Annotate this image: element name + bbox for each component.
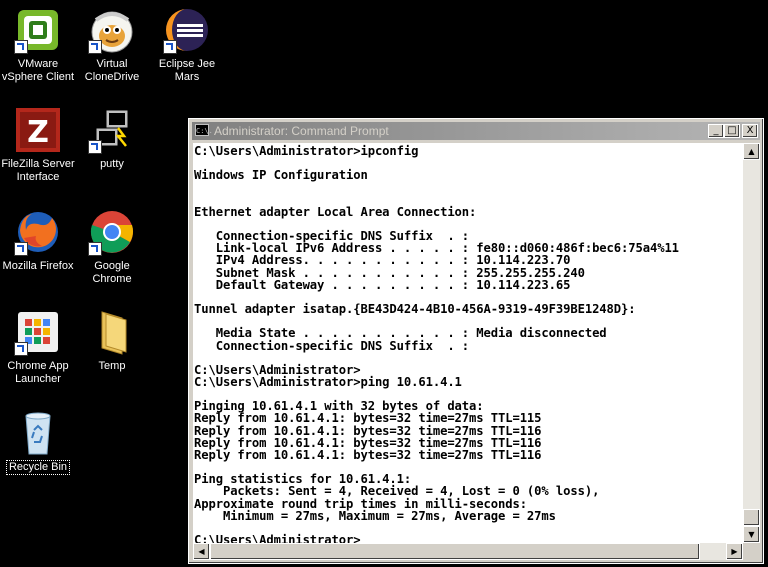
shortcut-arrow-icon bbox=[163, 40, 177, 54]
icon-label: Chrome bbox=[92, 273, 132, 285]
scroll-left-button[interactable]: ◀ bbox=[193, 543, 210, 560]
vmware-icon bbox=[14, 6, 62, 54]
desktop-icon-putty[interactable]: putty bbox=[74, 106, 150, 171]
folder-icon bbox=[88, 308, 136, 356]
icon-label: Launcher bbox=[15, 373, 61, 385]
console-text: C:\Users\Administrator>ipconfig Windows … bbox=[194, 144, 679, 543]
scroll-up-button[interactable]: ▲ bbox=[743, 143, 760, 160]
command-prompt-icon: C:\. bbox=[195, 124, 213, 136]
maximize-button[interactable]: □ bbox=[724, 124, 740, 138]
desktop-icon-firefox[interactable]: Mozilla Firefox bbox=[0, 208, 76, 273]
window-titlebar[interactable]: C:\. Administrator: Command Prompt _ □ X bbox=[192, 122, 760, 140]
command-prompt-window[interactable]: C:\. Administrator: Command Prompt _ □ X… bbox=[188, 118, 764, 564]
horizontal-scroll-thumb[interactable] bbox=[210, 543, 700, 560]
minimize-button[interactable]: _ bbox=[708, 124, 724, 138]
desktop-icon-vmware[interactable]: VMware vSphere Client bbox=[0, 6, 76, 84]
desktop-icon-eclipse[interactable]: Eclipse Jee Mars bbox=[149, 6, 225, 84]
desktop-icon-recycle-bin[interactable]: Recycle Bin bbox=[0, 408, 76, 475]
icon-label: Interface bbox=[16, 171, 60, 183]
desktop-icon-filezilla[interactable]: Z FileZilla Server Interface bbox=[0, 106, 76, 184]
icon-label: Temp bbox=[98, 360, 126, 372]
desktop-icon-virtual-clonedrive[interactable]: Virtual CloneDrive bbox=[74, 6, 150, 84]
icon-label: FileZilla Server bbox=[1, 158, 75, 170]
recycle-bin-icon bbox=[14, 408, 62, 456]
chrome-app-launcher-icon bbox=[14, 308, 62, 356]
icon-label: Recycle Bin bbox=[5, 460, 71, 475]
icon-label: CloneDrive bbox=[84, 71, 140, 83]
shortcut-arrow-icon bbox=[14, 40, 28, 54]
icon-label: vSphere Client bbox=[1, 71, 75, 83]
eclipse-icon bbox=[163, 6, 211, 54]
icon-label: putty bbox=[100, 158, 124, 170]
icon-label: VMware bbox=[17, 58, 59, 70]
icon-label: Virtual bbox=[96, 58, 128, 70]
shortcut-arrow-icon bbox=[14, 342, 28, 356]
console-output[interactable]: C:\Users\Administrator>ipconfig Windows … bbox=[193, 143, 743, 543]
shortcut-arrow-icon bbox=[14, 242, 28, 256]
shortcut-arrow-icon bbox=[88, 242, 102, 256]
scroll-right-button[interactable]: ▶ bbox=[726, 543, 743, 560]
chrome-icon bbox=[88, 208, 136, 256]
scroll-down-button[interactable]: ▼ bbox=[743, 526, 760, 543]
putty-icon bbox=[88, 106, 136, 154]
firefox-icon bbox=[14, 208, 62, 256]
shortcut-arrow-icon bbox=[88, 40, 102, 54]
icon-label: Google bbox=[94, 260, 130, 272]
window-title: Administrator: Command Prompt bbox=[214, 124, 389, 138]
icon-label: Chrome App bbox=[7, 360, 69, 372]
scrollbar-corner bbox=[743, 543, 760, 560]
svg-text:Z: Z bbox=[27, 115, 49, 150]
close-button[interactable]: X bbox=[742, 124, 758, 138]
shortcut-arrow-icon bbox=[88, 140, 102, 154]
desktop-icon-chrome-app-launcher[interactable]: Chrome App Launcher bbox=[0, 308, 76, 386]
icon-label: Mars bbox=[174, 71, 200, 83]
desktop-icon-google-chrome[interactable]: Google Chrome bbox=[74, 208, 150, 286]
vertical-scroll-thumb[interactable] bbox=[743, 509, 760, 526]
horizontal-scrollbar[interactable]: ◀ ▶ bbox=[193, 543, 743, 560]
icon-label: Eclipse Jee bbox=[158, 58, 216, 70]
desktop-icon-temp-folder[interactable]: Temp bbox=[74, 308, 150, 373]
filezilla-icon: Z bbox=[14, 106, 62, 154]
clonedrive-icon bbox=[88, 6, 136, 54]
vertical-scrollbar[interactable]: ▲ ▼ bbox=[743, 143, 760, 543]
icon-label: Mozilla Firefox bbox=[2, 260, 74, 272]
